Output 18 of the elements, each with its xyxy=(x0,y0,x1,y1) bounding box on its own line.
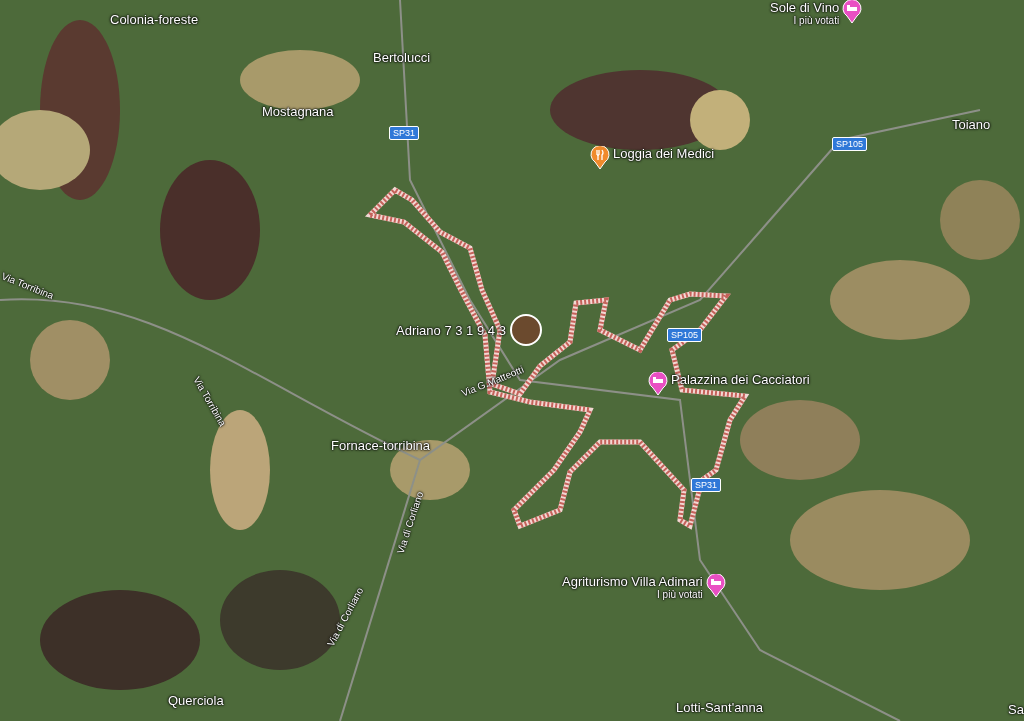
place-label[interactable]: Mostagnana xyxy=(262,104,334,119)
poi-label[interactable]: Agriturismo Villa Adimari xyxy=(562,574,703,589)
poi-label[interactable]: Loggia dei Medici xyxy=(613,146,715,161)
street-label: Via di Corliano xyxy=(394,490,426,556)
place-label[interactable]: Sa xyxy=(1008,702,1024,717)
road-shield: SP31 xyxy=(389,126,420,140)
poi-rating-label: I più votati xyxy=(657,589,703,600)
road-shield: SP31 xyxy=(691,478,722,492)
place-label[interactable]: Querciola xyxy=(168,693,224,708)
poi-label[interactable]: Sole di Vino xyxy=(770,0,840,15)
poi-rating-label: I più votati xyxy=(793,15,840,26)
road-shield: SP105 xyxy=(667,328,703,342)
place-label[interactable]: Toiano xyxy=(952,117,991,132)
place-label[interactable]: Bertolucci xyxy=(373,50,431,65)
road-shield: SP105 xyxy=(832,137,868,151)
place-label[interactable]: Colonia-foreste xyxy=(110,12,199,27)
place-label[interactable]: Fornace-torribina xyxy=(331,438,430,453)
place-label[interactable]: Lotti-Sant'anna xyxy=(676,700,764,715)
